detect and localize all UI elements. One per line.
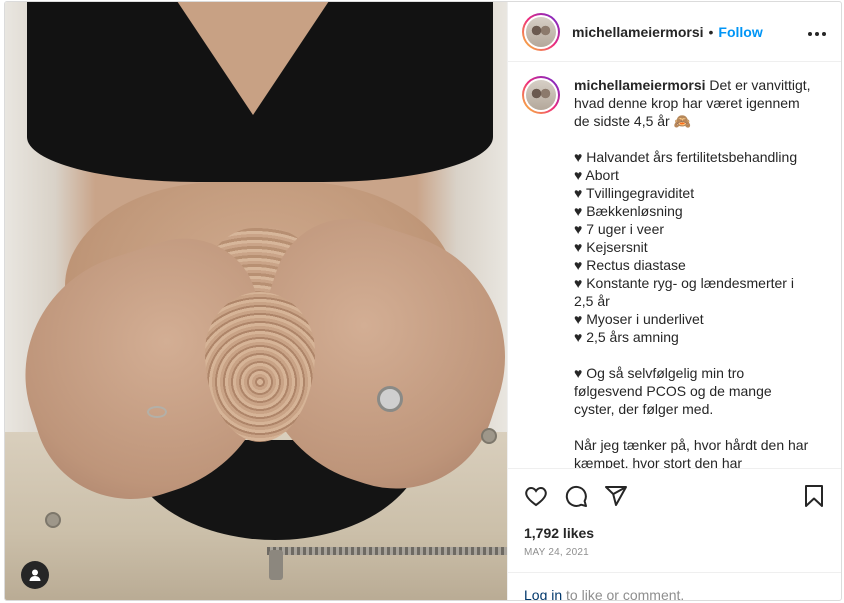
login-prompt: Log in to like or comment.: [508, 572, 841, 601]
username-link[interactable]: michellameiermorsi: [572, 24, 704, 40]
actions-section: 1,792 likes MAY 24, 2021 Log in to like …: [508, 468, 841, 600]
rivet: [481, 428, 497, 444]
follow-button[interactable]: Follow: [718, 24, 762, 40]
heart-glyph: [525, 486, 547, 507]
bookmark-icon[interactable]: [803, 484, 825, 508]
more-options-icon[interactable]: [807, 21, 827, 42]
zipper: [267, 547, 507, 555]
login-link[interactable]: Log in: [524, 587, 562, 600]
bookmark-glyph: [805, 485, 823, 507]
post-date: MAY 24, 2021: [524, 547, 589, 558]
share-icon[interactable]: [604, 484, 628, 508]
cleavage: [163, 2, 343, 115]
caption-section: michellameiermorsi Det er vanvittigt, hv…: [508, 62, 841, 468]
user-icon[interactable]: [21, 561, 49, 589]
avatar-image: [526, 16, 556, 47]
post-header: michellameiermorsi • Follow: [508, 2, 841, 62]
more-options-glyph: [808, 32, 826, 36]
ring-small: [147, 406, 167, 418]
comment-icon[interactable]: [564, 484, 588, 508]
ring: [377, 386, 403, 412]
avatar-border: [524, 78, 558, 112]
caption-avatar[interactable]: [522, 76, 560, 114]
action-icons: [508, 469, 841, 511]
login-prompt-text: to like or comment.: [562, 587, 685, 601]
user-icon-glyph: [29, 569, 41, 581]
caption: michellameiermorsi Det er vanvittigt, hv…: [574, 76, 814, 468]
post-side-panel: michellameiermorsi • Follow michellameie…: [507, 2, 841, 600]
instagram-post: michellameiermorsi • Follow michellameie…: [4, 1, 842, 601]
share-glyph: [605, 486, 627, 506]
likes-count[interactable]: 1,792 likes: [508, 511, 841, 541]
comment-glyph: [565, 485, 587, 507]
rivet: [45, 512, 61, 528]
caption-username[interactable]: michellameiermorsi: [574, 77, 706, 93]
separator-dot: •: [708, 23, 714, 40]
zipper-pull: [269, 550, 283, 580]
caption-text: Det er vanvittigt, hvad denne krop har v…: [574, 77, 811, 468]
avatar[interactable]: [522, 12, 560, 51]
avatar-border: [524, 14, 558, 49]
heart-icon[interactable]: [524, 484, 548, 508]
avatar-image: [526, 80, 556, 110]
post-image[interactable]: [5, 2, 507, 600]
